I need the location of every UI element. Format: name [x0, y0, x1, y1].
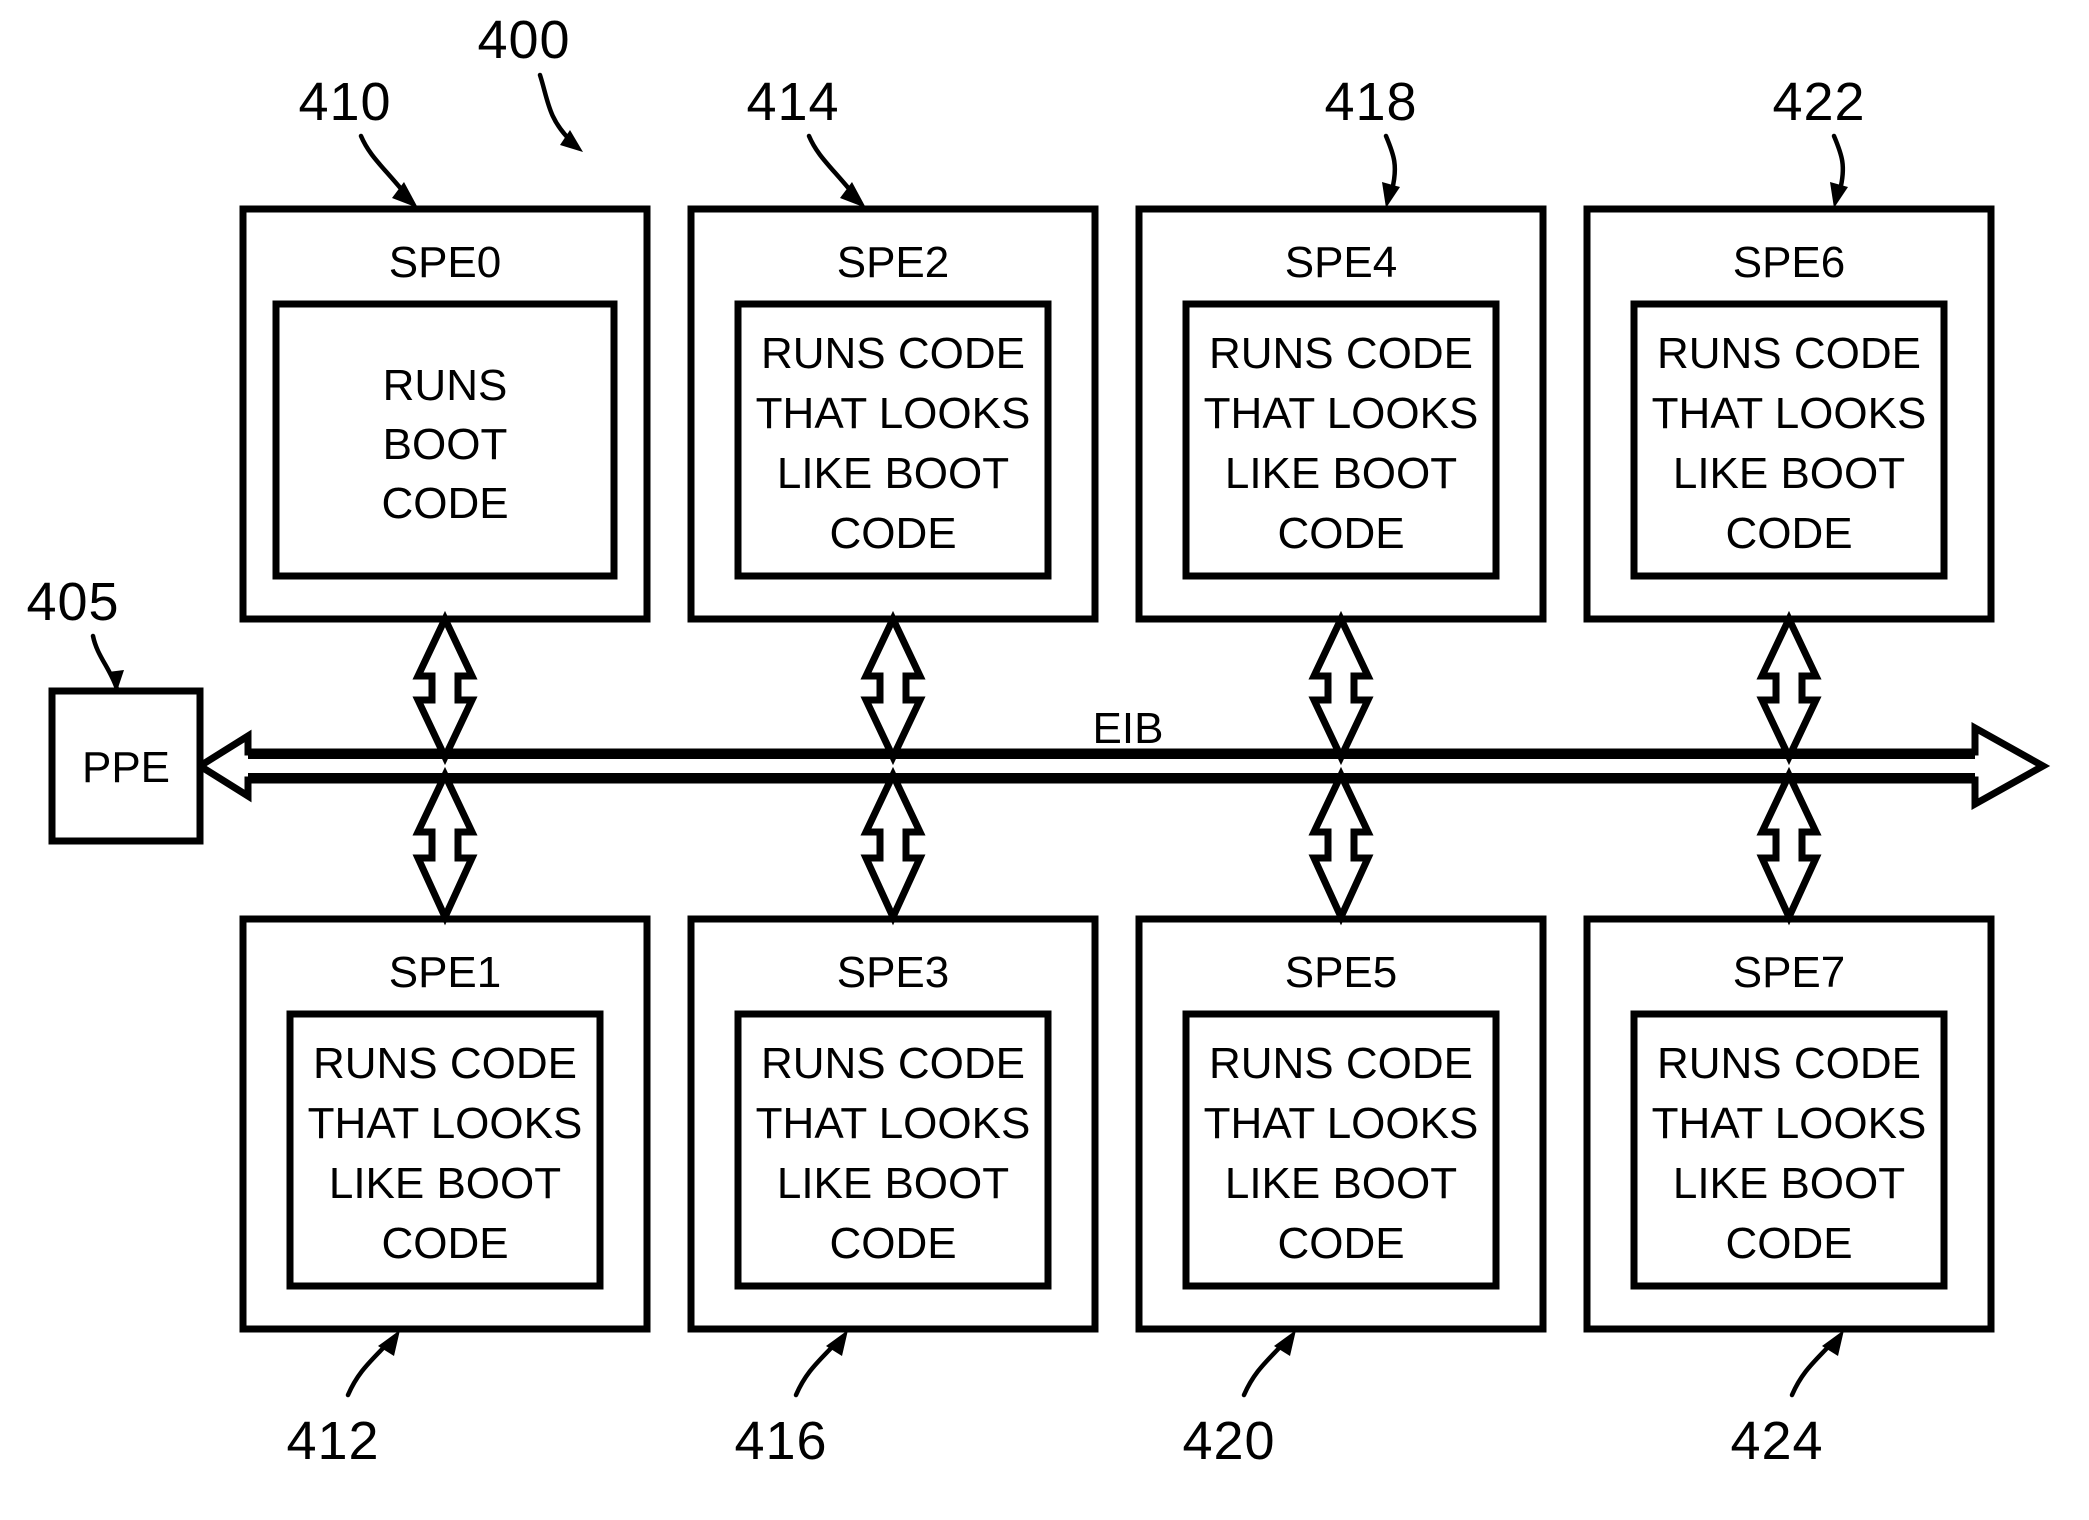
connector-eib-to-spe7 [1756, 766, 1822, 926]
ref-number-418: 418 [1324, 72, 1417, 132]
ref-number-414: 414 [746, 72, 839, 132]
spe2-title: SPE2 [837, 238, 950, 287]
spe3-body-line-2: THAT LOOKS [756, 1099, 1031, 1148]
spe5-body-line-2: THAT LOOKS [1204, 1099, 1479, 1148]
ref-422-leader [1830, 133, 1848, 208]
spe-block-spe4[interactable]: SPE4 RUNS CODE THAT LOOKS LIKE BOOT CODE [1135, 205, 1547, 623]
spe1-title: SPE1 [389, 948, 502, 997]
ref-420-leader [1241, 1330, 1296, 1398]
spe4-body-line-3: LIKE BOOT [1225, 449, 1457, 498]
spe4-title: SPE4 [1285, 238, 1398, 287]
spe-block-spe0[interactable]: SPE0 RUNS BOOT CODE [239, 205, 651, 623]
spe3-body-line-4: CODE [829, 1219, 956, 1268]
ppe-block[interactable]: PPE [48, 687, 204, 845]
spe0-body-line-2: BOOT [383, 420, 508, 469]
spe-block-spe3[interactable]: SPE3 RUNS CODE THAT LOOKS LIKE BOOT CODE [687, 915, 1099, 1333]
ref-number-420: 420 [1182, 1411, 1275, 1471]
ref-418-leader [1382, 133, 1400, 208]
spe0-body-line-1: RUNS [383, 361, 508, 410]
spe6-body-line-1: RUNS CODE [1657, 329, 1921, 378]
ref-number-424: 424 [1730, 1411, 1823, 1471]
ref-416-leader [793, 1330, 848, 1398]
spe7-body-line-2: THAT LOOKS [1652, 1099, 1927, 1148]
connector-eib-to-spe1 [412, 766, 478, 926]
spe0-body-line-3: CODE [381, 479, 508, 528]
ref-number-412: 412 [286, 1411, 379, 1471]
spe4-body-line-4: CODE [1277, 509, 1404, 558]
spe-block-spe2[interactable]: SPE2 RUNS CODE THAT LOOKS LIKE BOOT CODE [687, 205, 1099, 623]
spe-block-spe5[interactable]: SPE5 RUNS CODE THAT LOOKS LIKE BOOT CODE [1135, 915, 1547, 1333]
spe7-body-line-1: RUNS CODE [1657, 1039, 1921, 1088]
spe3-body-line-1: RUNS CODE [761, 1039, 1025, 1088]
spe3-body-line-3: LIKE BOOT [777, 1159, 1009, 1208]
spe7-body-line-4: CODE [1725, 1219, 1852, 1268]
ref-414-leader [806, 133, 866, 208]
spe0-title: SPE0 [389, 238, 502, 287]
connector-eib-to-spe5 [1308, 766, 1374, 926]
connector-spe4-to-eib [1308, 610, 1374, 766]
spe2-body-line-2: THAT LOOKS [756, 389, 1031, 438]
spe3-title: SPE3 [837, 948, 950, 997]
ppe-label: PPE [82, 743, 170, 792]
connector-eib-to-spe3 [860, 766, 926, 926]
eib-bus-label: EIB [1093, 704, 1164, 753]
spe6-body-line-4: CODE [1725, 509, 1852, 558]
figure-400-diagram: EIB PPE 405 400 SPE0 RUNS BOOT CODE 410 … [26, 10, 2051, 1471]
ref-412-leader [345, 1330, 400, 1398]
ref-number-422: 422 [1772, 72, 1865, 132]
spe6-body-line-3: LIKE BOOT [1673, 449, 1905, 498]
ref-424-leader [1789, 1330, 1844, 1398]
spe5-body-line-4: CODE [1277, 1219, 1404, 1268]
spe1-body-line-2: THAT LOOKS [308, 1099, 583, 1148]
spe2-body-line-1: RUNS CODE [761, 329, 1025, 378]
spe-block-spe7[interactable]: SPE7 RUNS CODE THAT LOOKS LIKE BOOT CODE [1583, 915, 1995, 1333]
ref-number-416: 416 [734, 1411, 827, 1471]
ref-410-leader [358, 133, 418, 208]
spe7-title: SPE7 [1733, 948, 1846, 997]
spe1-body-line-4: CODE [381, 1219, 508, 1268]
spe5-body-line-3: LIKE BOOT [1225, 1159, 1457, 1208]
ref-400-leader [537, 72, 583, 152]
ref-405-leader [90, 633, 124, 692]
spe5-body-line-1: RUNS CODE [1209, 1039, 1473, 1088]
spe4-body-line-2: THAT LOOKS [1204, 389, 1479, 438]
spe1-body-line-1: RUNS CODE [313, 1039, 577, 1088]
spe2-body-line-3: LIKE BOOT [777, 449, 1009, 498]
ref-number-400: 400 [477, 10, 570, 70]
spe2-body-line-4: CODE [829, 509, 956, 558]
ref-number-410: 410 [298, 72, 391, 132]
ref-number-405: 405 [26, 572, 119, 632]
spe6-title: SPE6 [1733, 238, 1846, 287]
spe5-title: SPE5 [1285, 948, 1398, 997]
spe-block-spe6[interactable]: SPE6 RUNS CODE THAT LOOKS LIKE BOOT CODE [1583, 205, 1995, 623]
spe4-body-line-1: RUNS CODE [1209, 329, 1473, 378]
spe7-body-line-3: LIKE BOOT [1673, 1159, 1905, 1208]
spe-block-spe1[interactable]: SPE1 RUNS CODE THAT LOOKS LIKE BOOT CODE [239, 915, 651, 1333]
spe1-body-line-3: LIKE BOOT [329, 1159, 561, 1208]
connector-spe2-to-eib [860, 610, 926, 766]
spe6-body-line-2: THAT LOOKS [1652, 389, 1927, 438]
connector-spe0-to-eib [412, 610, 478, 766]
connector-spe6-to-eib [1756, 610, 1822, 766]
figure-canvas: EIB PPE 405 400 SPE0 RUNS BOOT CODE 410 … [0, 0, 2089, 1520]
